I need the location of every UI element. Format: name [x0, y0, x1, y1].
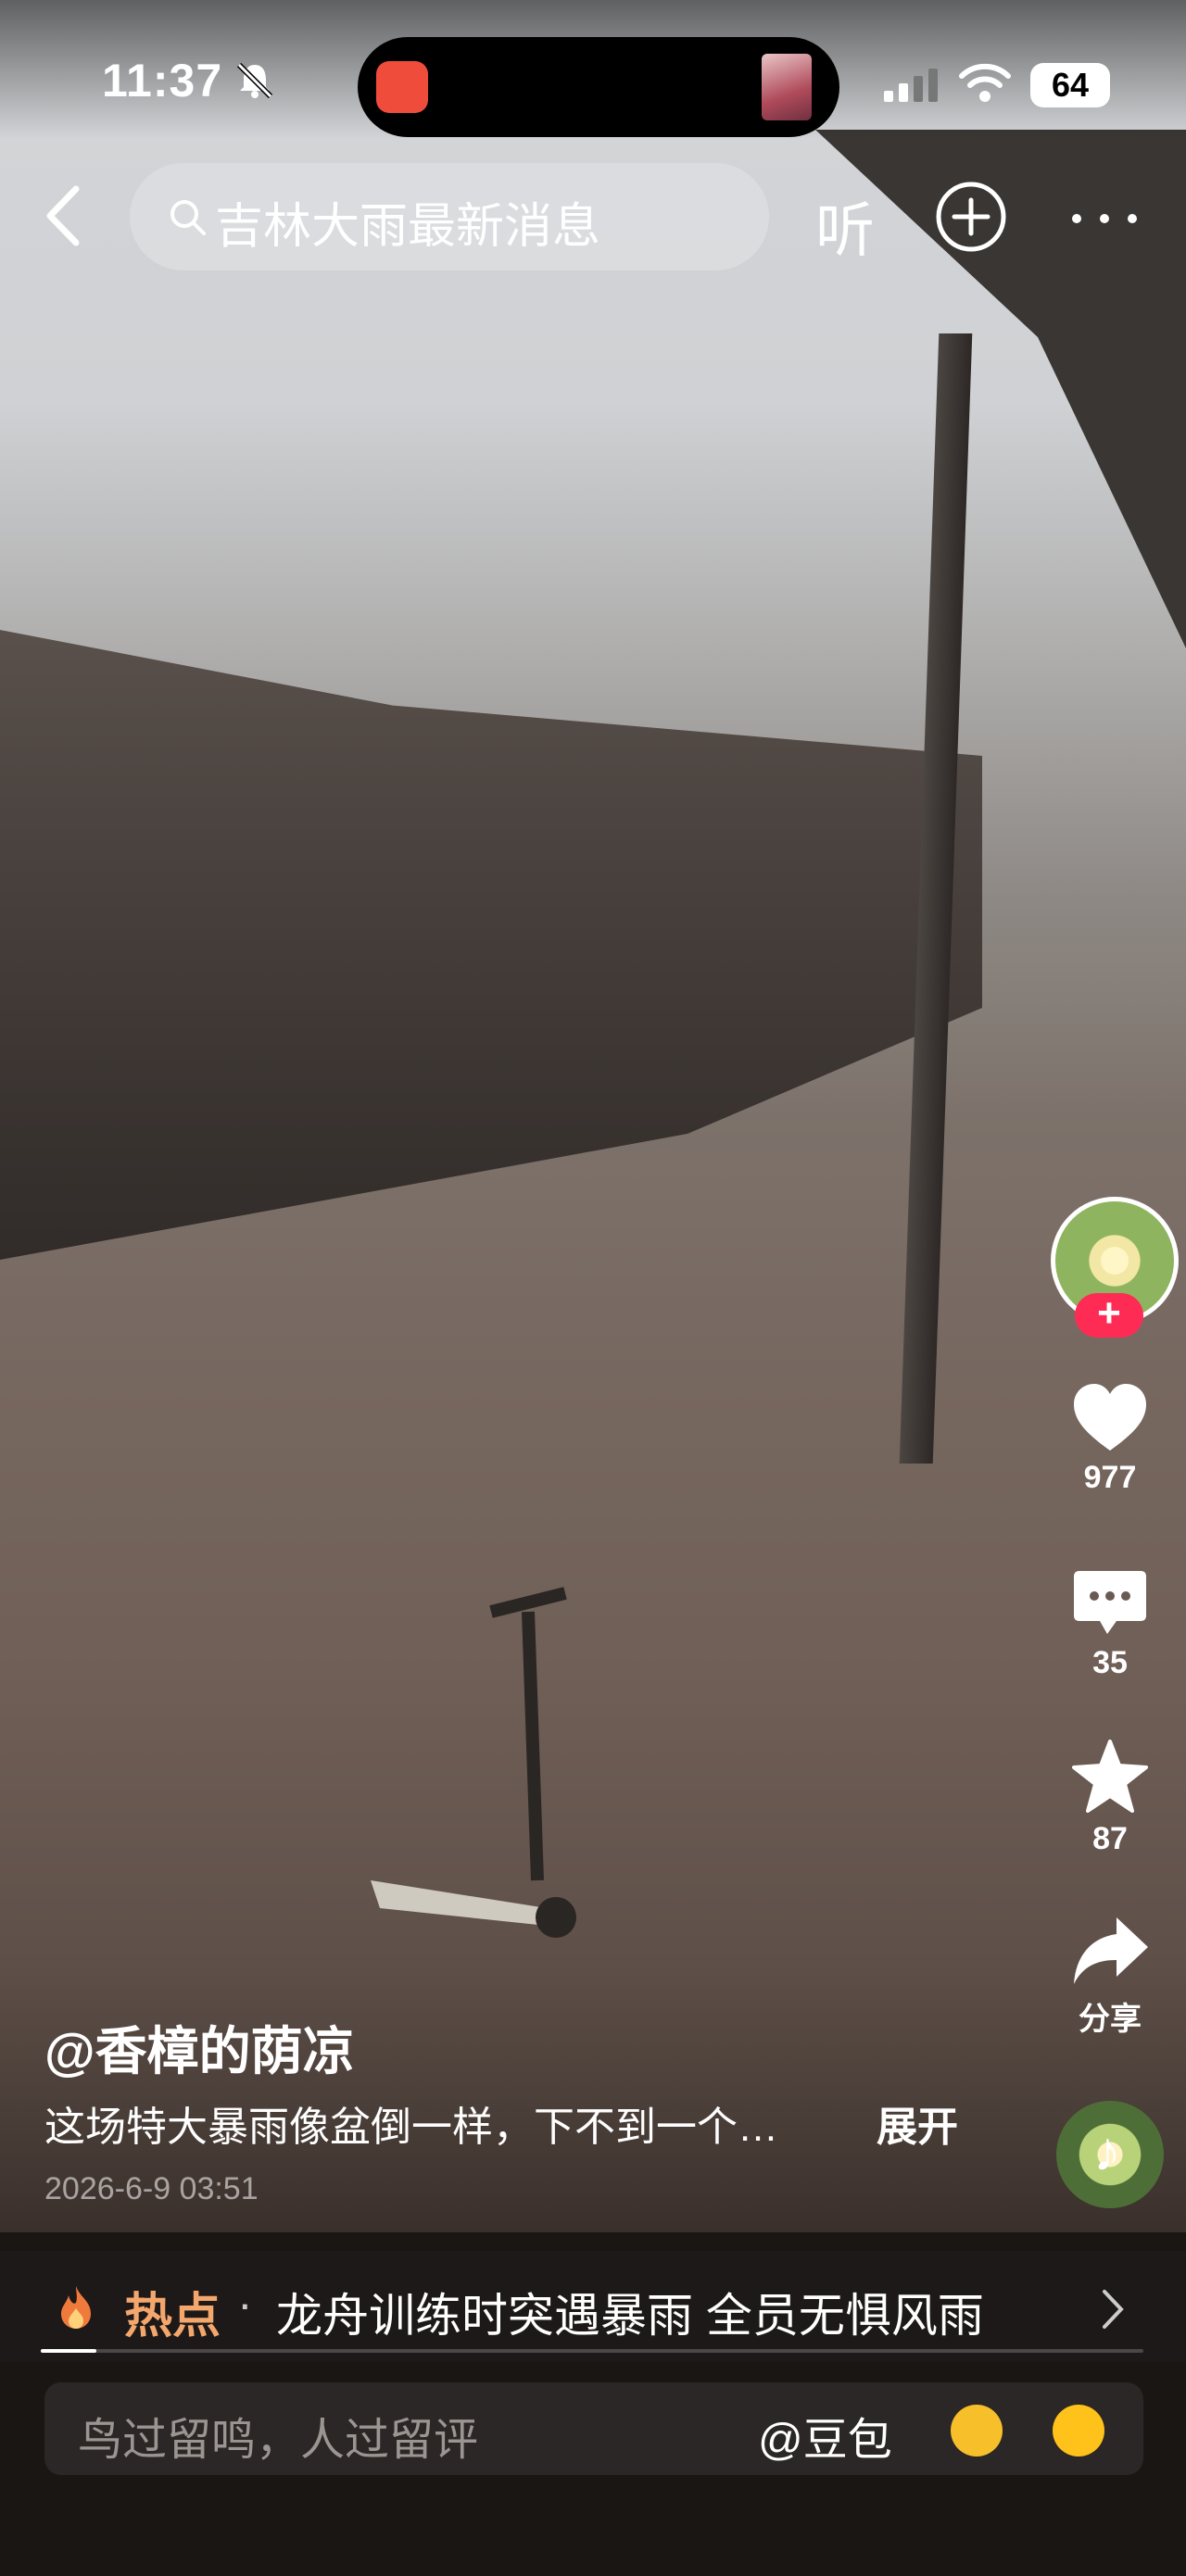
battery-indicator: 64: [1030, 63, 1110, 107]
listen-button[interactable]: 听: [815, 183, 875, 269]
hot-separator: ·: [237, 2278, 253, 2330]
silent-bell-icon: [236, 62, 273, 99]
music-disc[interactable]: ♪: [1056, 2101, 1164, 2208]
like-count: 977: [1083, 1460, 1137, 1495]
comment-button[interactable]: 35: [1056, 1565, 1164, 1681]
app-activity-icon: [376, 61, 428, 113]
fire-icon: [61, 2286, 91, 2329]
video-player[interactable]: [0, 0, 1186, 2232]
video-scene-scooter: [371, 1587, 576, 1938]
cellular-signal-icon: [884, 69, 938, 102]
add-circle-icon[interactable]: [934, 180, 1008, 254]
author-name[interactable]: @香樟的荫凉: [44, 2010, 355, 2085]
follow-button[interactable]: +: [1075, 1293, 1143, 1338]
mention-button[interactable]: @豆包: [758, 2403, 892, 2468]
top-nav: 吉林大雨最新消息 听: [0, 163, 1186, 274]
share-arrow-icon: [1074, 1917, 1148, 1984]
share-button[interactable]: 分享: [1056, 1914, 1164, 2039]
comment-placeholder: 鸟过留鸣，人过留评: [78, 2416, 479, 2465]
like-button[interactable]: 977: [1056, 1380, 1164, 1496]
music-note-icon: ♪: [1093, 2120, 1121, 2182]
share-label: 分享: [1079, 2002, 1142, 2037]
status-time: 11:37: [102, 55, 223, 107]
grin-emoji-icon[interactable]: [951, 2405, 1003, 2457]
favorite-button[interactable]: 87: [1056, 1738, 1164, 1857]
video-scene-waterfall-wall: [0, 630, 982, 1260]
search-query: 吉林大雨最新消息: [215, 200, 601, 254]
playback-progress-bar[interactable]: [41, 2349, 1143, 2353]
favorite-count: 87: [1092, 1821, 1128, 1856]
playback-progress-fill: [41, 2349, 96, 2353]
hot-headline[interactable]: 龙舟训练时突遇暴雨 全员无惧风雨: [276, 2279, 984, 2345]
chevron-right-icon[interactable]: [1099, 2288, 1127, 2331]
comment-input[interactable]: 鸟过留鸣，人过留评 @豆包: [44, 2382, 1143, 2475]
dynamic-island[interactable]: [358, 37, 839, 137]
comment-count: 35: [1092, 1645, 1128, 1680]
post-description: 这场特大暴雨像盆倒一样，下不到一个…: [44, 2105, 778, 2150]
star-icon: [1072, 1740, 1148, 1813]
status-bar: 11:37 64: [0, 0, 1186, 139]
wifi-icon: [959, 63, 1011, 102]
expand-button[interactable]: 展开: [877, 2093, 958, 2153]
hot-topic-bar[interactable]: 热点 · 龙舟训练时突遇暴雨 全员无惧风雨: [0, 2251, 1186, 2362]
laugh-emoji-icon[interactable]: [1053, 2405, 1104, 2457]
search-icon: [170, 200, 206, 235]
back-arrow-icon[interactable]: [41, 183, 87, 248]
hot-tag: 热点: [124, 2290, 221, 2344]
more-options-icon[interactable]: [1067, 209, 1142, 228]
search-bar[interactable]: 吉林大雨最新消息: [130, 163, 769, 270]
heart-icon: [1074, 1384, 1146, 1451]
post-date: 2026-6-9 03:51: [44, 2171, 259, 2206]
now-playing-thumbnail: [762, 54, 812, 120]
comment-icon: [1074, 1571, 1146, 1634]
